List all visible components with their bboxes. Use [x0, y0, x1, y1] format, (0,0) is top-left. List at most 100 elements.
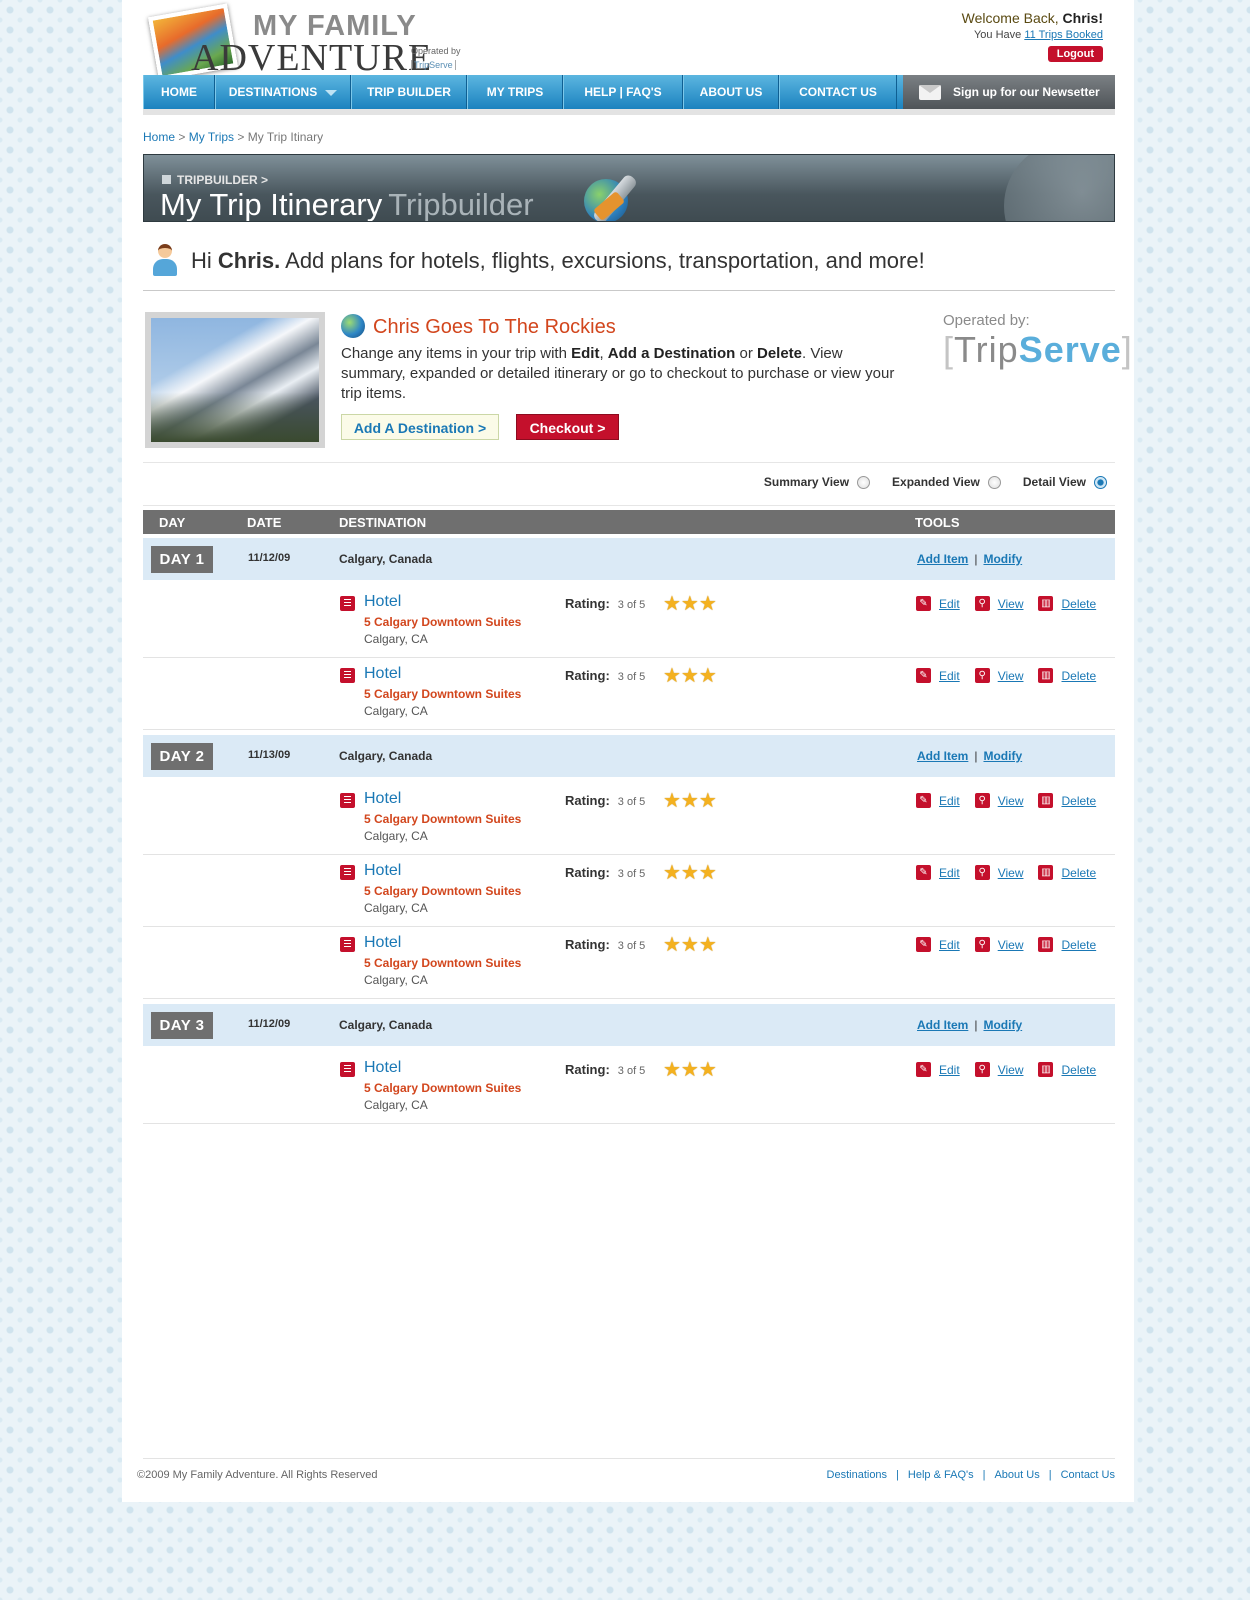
delete-tool[interactable]: ▥ Delete — [1038, 1062, 1096, 1077]
itinerary-item: Hotel 5 Calgary Downtown Suites Calgary, C… — [143, 657, 1115, 730]
nav-about-us[interactable]: ABOUT US — [683, 75, 779, 109]
tripserve-serve: Serve — [1018, 329, 1122, 370]
edit-link[interactable]: Edit — [939, 597, 960, 611]
view-link[interactable]: View — [998, 866, 1024, 880]
edit-tool[interactable]: ✎ Edit — [916, 1062, 960, 1077]
detail-view-option[interactable]: Detail View — [1023, 475, 1107, 489]
expanded-view-option[interactable]: Expanded View — [892, 475, 1001, 489]
edit-tool[interactable]: ✎ Edit — [916, 596, 960, 611]
logo-tripserve: TripServe — [411, 60, 456, 70]
breadcrumb-home[interactable]: Home — [143, 130, 175, 144]
delete-tool[interactable]: ▥ Delete — [1038, 596, 1096, 611]
view-tool[interactable]: ⚲ View — [974, 865, 1024, 880]
trips-booked-link[interactable]: 11 Trips Booked — [1024, 29, 1103, 41]
item-name: 5 Calgary Downtown Suites — [364, 615, 522, 629]
magnifier-icon: ⚲ — [974, 937, 990, 952]
operated-label: Operated by: — [943, 312, 1030, 329]
nav-contact-us[interactable]: CONTACT US — [779, 75, 897, 109]
edit-tool[interactable]: ✎ Edit — [916, 668, 960, 683]
nav-destinations-label: DESTINATIONS — [228, 85, 318, 99]
rating-text: 3 of 5 — [617, 796, 646, 808]
modify-link[interactable]: Modify — [983, 552, 1022, 566]
edit-tool[interactable]: ✎ Edit — [916, 937, 960, 952]
footer-link-about[interactable]: About Us — [994, 1469, 1039, 1481]
edit-tool[interactable]: ✎ Edit — [916, 793, 960, 808]
rating-stars: ★★★ — [663, 790, 717, 812]
nav-help-faqs[interactable]: HELP | FAQ'S — [563, 75, 683, 109]
view-tool[interactable]: ⚲ View — [974, 1062, 1024, 1077]
delete-link[interactable]: Delete — [1061, 1063, 1096, 1077]
delete-tool[interactable]: ▥ Delete — [1038, 668, 1096, 683]
modify-link[interactable]: Modify — [983, 749, 1022, 763]
globe-icon — [341, 314, 365, 338]
footer-link-destinations[interactable]: Destinations — [827, 1469, 888, 1481]
delete-link[interactable]: Delete — [1061, 597, 1096, 611]
modify-link[interactable]: Modify — [983, 1018, 1022, 1032]
footer-link-contact[interactable]: Contact Us — [1061, 1469, 1115, 1481]
view-tool[interactable]: ⚲ View — [974, 668, 1024, 683]
edit-link[interactable]: Edit — [939, 938, 960, 952]
view-link[interactable]: View — [998, 1063, 1024, 1077]
item-type-link[interactable]: Hotel — [364, 862, 401, 880]
square-bullet-icon — [162, 175, 171, 184]
item-type-link[interactable]: Hotel — [364, 665, 401, 683]
footer-sep: | — [982, 1469, 986, 1481]
delete-tool[interactable]: ▥ Delete — [1038, 793, 1096, 808]
summary-view-radio[interactable] — [857, 476, 871, 489]
view-tool[interactable]: ⚲ View — [974, 793, 1024, 808]
view-link[interactable]: View — [998, 938, 1024, 952]
delete-link[interactable]: Delete — [1061, 794, 1096, 808]
delete-tool[interactable]: ▥ Delete — [1038, 937, 1096, 952]
day-date: 11/12/09 — [248, 552, 291, 564]
item-type-link[interactable]: Hotel — [364, 790, 401, 808]
logo-line-2: ADVENTURE — [191, 37, 433, 79]
summary-view-option[interactable]: Summary View — [764, 475, 871, 489]
rating-text: 3 of 5 — [617, 868, 646, 880]
magnifier-icon: ⚲ — [974, 668, 990, 683]
add-item-link[interactable]: Add Item — [917, 552, 968, 566]
delete-link[interactable]: Delete — [1061, 866, 1096, 880]
site-logo[interactable]: MY FAMILY ADVENTURE Operated by TripServ… — [147, 3, 477, 81]
item-location: Calgary, CA — [364, 901, 428, 915]
footer-link-help[interactable]: Help & FAQ's — [908, 1469, 974, 1481]
add-item-link[interactable]: Add Item — [917, 1018, 968, 1032]
edit-link[interactable]: Edit — [939, 1063, 960, 1077]
view-link[interactable]: View — [998, 794, 1024, 808]
item-type-link[interactable]: Hotel — [364, 934, 401, 952]
newsletter-signup[interactable]: Sign up for our Newsetter — [903, 75, 1115, 109]
edit-tool[interactable]: ✎ Edit — [916, 865, 960, 880]
item-name: 5 Calgary Downtown Suites — [364, 687, 522, 701]
view-link[interactable]: View — [998, 597, 1024, 611]
nav-trip-builder[interactable]: TRIP BUILDER — [351, 75, 467, 109]
itinerary-item: Hotel 5 Calgary Downtown Suites Calgary, C… — [143, 1051, 1115, 1124]
add-destination-button[interactable]: Add A Destination > — [341, 414, 499, 440]
view-tool[interactable]: ⚲ View — [974, 937, 1024, 952]
logout-button[interactable]: Logout — [1047, 46, 1103, 62]
edit-link[interactable]: Edit — [939, 669, 960, 683]
world-globe-icon — [1004, 155, 1114, 221]
detail-view-radio[interactable] — [1094, 476, 1107, 489]
nav-destinations[interactable]: DESTINATIONS — [215, 75, 351, 109]
breadcrumb-my-trips[interactable]: My Trips — [189, 130, 234, 144]
edit-link[interactable]: Edit — [939, 866, 960, 880]
view-link[interactable]: View — [998, 669, 1024, 683]
rating-stars: ★★★ — [663, 665, 717, 687]
view-tool[interactable]: ⚲ View — [974, 596, 1024, 611]
nav-my-trips[interactable]: MY TRIPS — [467, 75, 563, 109]
delete-link[interactable]: Delete — [1061, 938, 1096, 952]
trash-icon: ▥ — [1038, 937, 1054, 952]
edit-link[interactable]: Edit — [939, 794, 960, 808]
trash-icon: ▥ — [1038, 1062, 1054, 1077]
checkout-button[interactable]: Checkout > — [516, 414, 619, 440]
greeting-bar: Hi Chris. Add plans for hotels, flights,… — [143, 242, 1115, 291]
hotel-icon — [340, 865, 355, 880]
item-type-link[interactable]: Hotel — [364, 593, 401, 611]
expanded-view-radio[interactable] — [987, 476, 1001, 489]
nav-home[interactable]: HOME — [143, 75, 215, 109]
footer-sep: | — [896, 1469, 899, 1481]
delete-link[interactable]: Delete — [1061, 669, 1096, 683]
user-avatar-icon — [151, 244, 179, 276]
delete-tool[interactable]: ▥ Delete — [1038, 865, 1096, 880]
item-type-link[interactable]: Hotel — [364, 1059, 401, 1077]
add-item-link[interactable]: Add Item — [917, 749, 968, 763]
